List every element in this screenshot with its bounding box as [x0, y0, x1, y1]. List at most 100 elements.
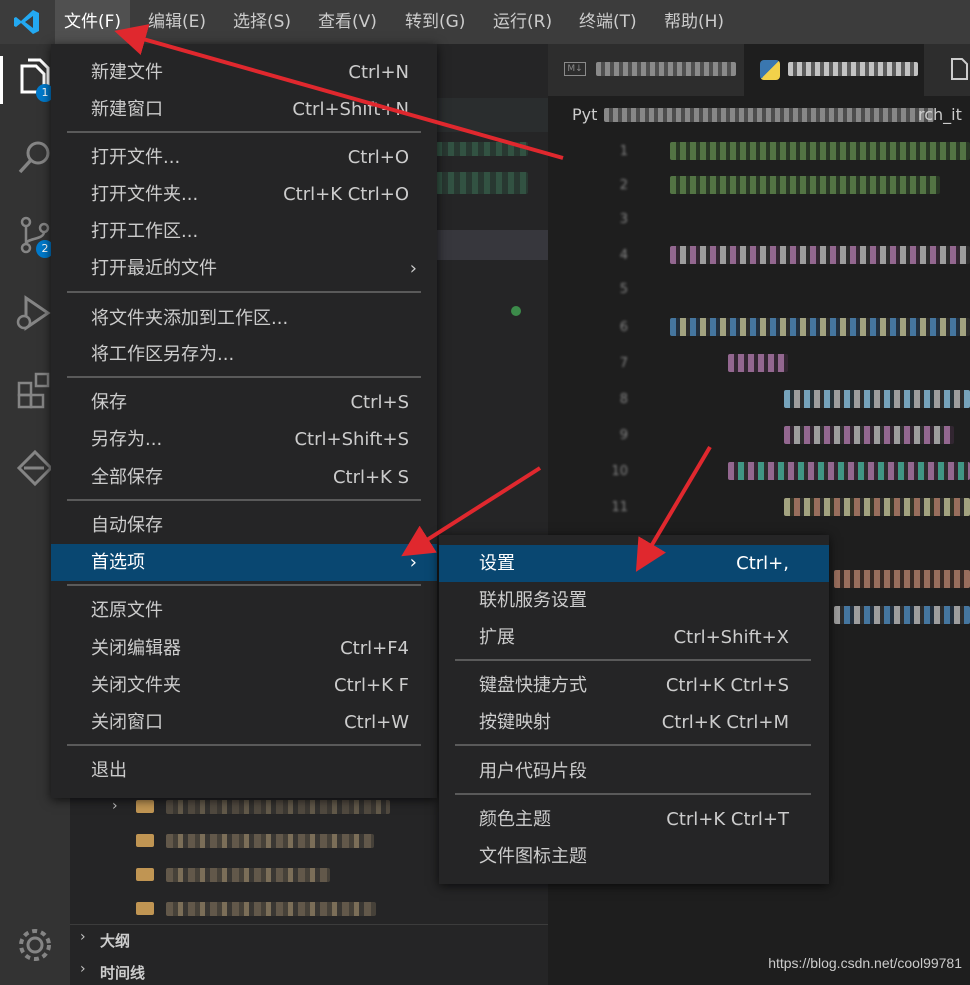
menu-separator: [455, 744, 811, 746]
outline-header[interactable]: 大纲: [100, 930, 130, 951]
blurred-text: [596, 62, 736, 76]
menu-item-open-folder[interactable]: 打开文件夹... Ctrl+K Ctrl+O: [51, 176, 437, 213]
menu-item-new-file[interactable]: 新建文件 Ctrl+N: [51, 54, 437, 91]
menu-terminal[interactable]: 终端(T): [570, 0, 646, 44]
menu-item-label: 键盘快捷方式: [479, 675, 587, 696]
menu-item-label: 按键映射: [479, 712, 551, 733]
status-dot: [511, 306, 521, 316]
line-number: 5: [619, 282, 628, 297]
menu-item-label: 还原文件: [91, 600, 163, 621]
menu-item-label: 将文件夹添加到工作区...: [91, 308, 289, 329]
menu-separator: [67, 584, 421, 586]
file-menu: 新建文件 Ctrl+N 新建窗口 Ctrl+Shift+N 打开文件... Ctrl+…: [51, 44, 437, 798]
menu-item-exit[interactable]: 退出: [51, 752, 437, 789]
menu-item-color-theme[interactable]: 颜色主题 Ctrl+K Ctrl+T: [439, 801, 829, 838]
menu-item-open-file[interactable]: 打开文件... Ctrl+O: [51, 139, 437, 176]
search-icon[interactable]: [14, 136, 56, 178]
menu-view[interactable]: 查看(V): [309, 0, 386, 44]
menu-item-label: 关闭窗口: [91, 712, 163, 733]
menu-item-online-services-settings[interactable]: 联机服务设置: [439, 582, 829, 619]
menu-item-label: 颜色主题: [479, 809, 551, 830]
menu-separator: [67, 291, 421, 293]
menu-item-shortcut: Ctrl+K S: [332, 467, 409, 488]
menu-go[interactable]: 转到(G): [396, 0, 474, 44]
menu-item-close-editor[interactable]: 关闭编辑器 Ctrl+F4: [51, 630, 437, 667]
line-number: 3: [619, 212, 628, 227]
blurred-text: [166, 902, 376, 916]
menu-file[interactable]: 文件(F): [55, 0, 131, 44]
menu-item-keyboard-shortcuts[interactable]: 键盘快捷方式 Ctrl+K Ctrl+S: [439, 667, 829, 704]
menu-item-new-window[interactable]: 新建窗口 Ctrl+Shift+N: [51, 91, 437, 128]
line-number: 1: [619, 144, 628, 159]
menu-item-save[interactable]: 保存 Ctrl+S: [51, 384, 437, 421]
menu-item-shortcut: Ctrl+,: [736, 553, 789, 574]
line-number: 6: [619, 320, 628, 335]
menu-item-label: 关闭编辑器: [91, 638, 181, 659]
menu-run[interactable]: 运行(R): [484, 0, 561, 44]
blurred-text: [166, 834, 374, 848]
code-line: [784, 390, 970, 408]
breadcrumb-prefix[interactable]: Pyt: [572, 105, 597, 124]
menu-item-keymaps[interactable]: 按键映射 Ctrl+K Ctrl+M: [439, 704, 829, 741]
tab-file[interactable]: [924, 44, 970, 96]
menu-item-preferences[interactable]: 首选项 ›: [51, 544, 437, 581]
line-number: 9: [619, 428, 628, 443]
tab-python[interactable]: [744, 44, 924, 96]
menu-help[interactable]: 帮助(H): [655, 0, 733, 44]
menu-item-shortcut: Ctrl+Shift+N: [292, 99, 409, 120]
menu-item-label: 文件图标主题: [479, 846, 587, 867]
menu-item-shortcut: Ctrl+K Ctrl+T: [666, 809, 789, 830]
menu-item-settings[interactable]: 设置 Ctrl+,: [439, 545, 829, 582]
menu-item-user-snippets[interactable]: 用户代码片段: [439, 753, 829, 790]
extensions-icon[interactable]: [14, 370, 56, 412]
breadcrumb-suffix[interactable]: rch_it: [918, 105, 962, 124]
vscode-logo-icon[interactable]: [13, 8, 41, 36]
python-icon: [760, 60, 780, 80]
code-line: [670, 176, 940, 194]
line-number: 2: [619, 178, 628, 193]
line-number: 8: [619, 392, 628, 407]
chevron-right-icon: ›: [409, 258, 417, 279]
menu-item-label: 全部保存: [91, 467, 163, 488]
menu-item-add-folder-to-workspace[interactable]: 将文件夹添加到工作区...: [51, 300, 437, 337]
run-debug-icon[interactable]: [14, 292, 56, 334]
menu-item-open-workspace[interactable]: 打开工作区...: [51, 213, 437, 250]
line-number: 4: [619, 248, 628, 263]
code-line: [784, 498, 970, 516]
menu-item-auto-save[interactable]: 自动保存: [51, 507, 437, 544]
editor-tabs: M↓: [548, 44, 970, 96]
folder-icon: [136, 868, 154, 881]
gear-icon[interactable]: [14, 924, 56, 966]
menu-separator: [67, 744, 421, 746]
menu-item-shortcut: Ctrl+N: [348, 62, 409, 83]
tab-markdown[interactable]: M↓: [548, 44, 744, 96]
menu-item-extensions[interactable]: 扩展 Ctrl+Shift+X: [439, 619, 829, 656]
line-number: 11: [611, 500, 628, 515]
blurred-text: [436, 142, 528, 156]
menu-item-label: 新建文件: [91, 62, 163, 83]
menu-edit[interactable]: 编辑(E): [139, 0, 215, 44]
menu-selection[interactable]: 选择(S): [224, 0, 300, 44]
menu-item-label: 扩展: [479, 627, 515, 648]
menu-item-shortcut: Ctrl+K Ctrl+S: [665, 675, 789, 696]
code-line: [784, 426, 954, 444]
menu-item-shortcut: Ctrl+W: [344, 712, 409, 733]
menu-item-save-workspace-as[interactable]: 将工作区另存为...: [51, 336, 437, 373]
menu-item-close-window[interactable]: 关闭窗口 Ctrl+W: [51, 704, 437, 741]
menu-item-label: 联机服务设置: [479, 590, 587, 611]
menu-item-shortcut: Ctrl+K F: [334, 675, 409, 696]
menu-item-close-folder[interactable]: 关闭文件夹 Ctrl+K F: [51, 667, 437, 704]
selected-row: [436, 230, 548, 260]
menu-item-save-as[interactable]: 另存为... Ctrl+Shift+S: [51, 421, 437, 458]
menu-item-open-recent[interactable]: 打开最近的文件 ›: [51, 250, 437, 287]
chevron-right-icon: ›: [80, 961, 86, 977]
timeline-header[interactable]: 时间线: [100, 962, 145, 983]
menu-bar: 文件(F) 编辑(E) 选择(S) 查看(V) 转到(G) 运行(R) 终端(T…: [0, 0, 970, 44]
menu-item-label: 打开文件...: [91, 147, 181, 168]
menu-item-shortcut: Ctrl+Shift+S: [294, 429, 409, 450]
menu-item-file-icon-theme[interactable]: 文件图标主题: [439, 838, 829, 875]
menu-separator: [455, 793, 811, 795]
menu-item-save-all[interactable]: 全部保存 Ctrl+K S: [51, 459, 437, 496]
remote-explorer-icon[interactable]: [14, 448, 56, 490]
menu-item-revert-file[interactable]: 还原文件: [51, 592, 437, 629]
